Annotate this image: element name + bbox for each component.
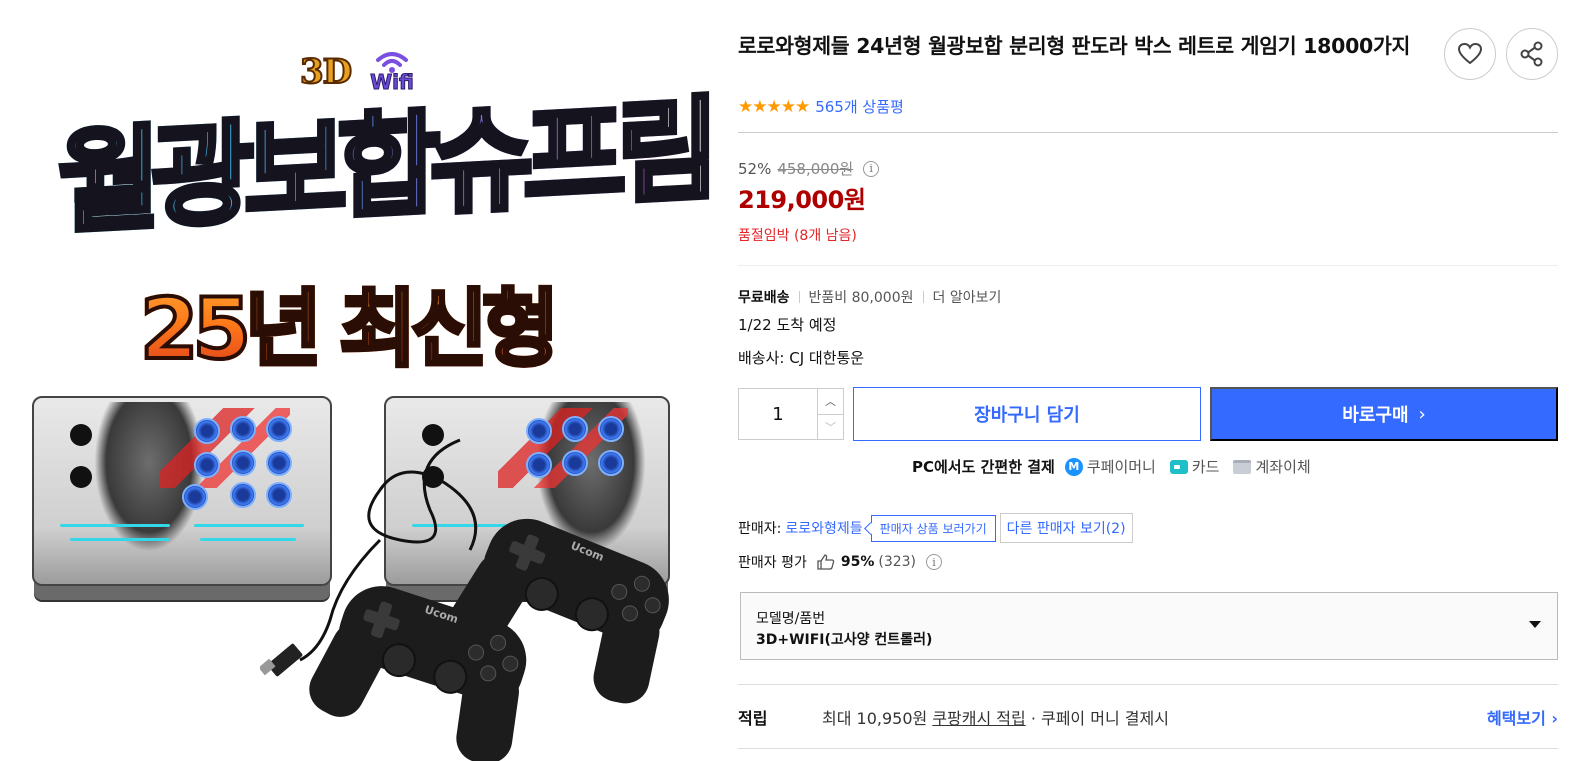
rating-stars: ★★★★★	[738, 96, 810, 117]
product-title: 로로와형제들 24년형 월광보합 분리형 판도라 박스 레트로 게임기 1800…	[738, 34, 1411, 58]
seller-rating-percent: 95%	[840, 554, 875, 570]
seller-label: 판매자:	[738, 521, 782, 537]
shipping-carrier: 배송사: CJ 대한통운	[738, 349, 865, 367]
card-icon	[1169, 459, 1188, 474]
payment-bank: 계좌이체	[1233, 456, 1311, 477]
cashback-row: 적립 최대 10,950원 쿠팡캐시 적립 · 쿠페이 머니 결제시 혜택보기 …	[738, 705, 1558, 729]
quantity-input[interactable]: 1	[739, 389, 817, 439]
product-image[interactable]: 3D Wifi 월광보합슈프림 25년 최신형 Ucom Ucom	[20, 40, 712, 761]
payment-card: 카드	[1169, 456, 1219, 477]
image-title: 월광보합슈프림	[56, 72, 712, 264]
seller-name-link[interactable]: 로로와형제들	[785, 518, 862, 538]
info-icon[interactable]: i	[926, 554, 943, 570]
bank-icon	[1233, 459, 1252, 474]
original-price-row: 52% 458,000원 i	[738, 158, 880, 179]
divider	[738, 265, 1558, 266]
original-price: 458,000원	[777, 160, 854, 178]
arrival-date: 1/22 도착 예정	[738, 316, 837, 334]
divider	[738, 684, 1558, 685]
image-subtitle: 25년 최신형	[138, 262, 561, 383]
share-button[interactable]	[1506, 28, 1558, 80]
share-icon	[1520, 41, 1543, 67]
stock-notice: 품절임박 (8개 남음)	[738, 228, 857, 244]
quantity-decrease-button[interactable]: ﹀	[818, 413, 843, 440]
divider	[738, 132, 1558, 133]
image-3d-badge: 3D	[299, 51, 353, 93]
coupay-icon: M	[1064, 457, 1083, 476]
thumb-up-icon	[817, 554, 835, 570]
divider	[738, 748, 1558, 749]
add-to-cart-button[interactable]: 장바구니 담기	[853, 387, 1201, 441]
payment-title: PC에서도 간편한 결제	[912, 458, 1055, 476]
option-value: 3D+WIFI(고사양 컨트롤러)	[756, 632, 933, 648]
rating-row: ★★★★★ 565개 상품평	[738, 96, 904, 117]
seller-rating-count: (323)	[878, 554, 917, 570]
payment-coupay: M 쿠페이머니	[1064, 456, 1156, 477]
chevron-right-icon: ›	[1418, 403, 1426, 425]
wifi-icon	[376, 52, 408, 73]
seller-rating-label: 판매자 평가	[738, 555, 807, 571]
seller-rating-row: 판매자 평가 95% (323) i	[738, 552, 943, 572]
coupang-cash-link[interactable]: 쿠팡캐시 적립	[932, 709, 1025, 728]
wish-button[interactable]	[1444, 28, 1496, 80]
seller-row: 판매자: 로로와형제들 판매자 상품 보러가기 다른 판매자 보기(2)	[738, 513, 1133, 543]
heart-icon	[1457, 42, 1483, 65]
return-fee: 반품비 80,000원	[808, 290, 914, 306]
option-select[interactable]: 모델명/품번 3D+WIFI(고사양 컨트롤러)	[740, 592, 1558, 660]
sale-price: 219,000원	[738, 186, 866, 214]
shipping-row: 무료배송 반품비 80,000원 더 알아보기	[738, 287, 1001, 307]
cashback-text: 최대 10,950원 쿠팡캐시 적립 · 쿠페이 머니 결제시	[822, 709, 1169, 728]
cashback-title: 적립	[738, 709, 768, 728]
seller-products-button[interactable]: 판매자 상품 보러가기	[870, 514, 996, 542]
buy-now-button[interactable]: 바로구매 ›	[1210, 387, 1558, 441]
free-shipping-label: 무료배송	[738, 290, 790, 306]
quantity-stepper: 1 ︿ ﹀	[738, 388, 844, 440]
info-icon[interactable]: i	[863, 160, 880, 177]
quantity-increase-button[interactable]: ︿	[818, 389, 843, 414]
review-count-link[interactable]: 565개 상품평	[815, 96, 904, 117]
benefit-link[interactable]: 혜택보기 ›	[1487, 705, 1558, 729]
option-label: 모델명/품번	[756, 611, 826, 627]
caret-down-icon	[1529, 621, 1541, 628]
other-sellers-button[interactable]: 다른 판매자 보기(2)	[999, 513, 1133, 543]
payment-methods-row: PC에서도 간편한 결제 M 쿠페이머니 카드 계좌이체	[912, 456, 1325, 477]
shipping-more-link[interactable]: 더 알아보기	[933, 287, 1002, 307]
discount-rate: 52%	[738, 159, 772, 178]
